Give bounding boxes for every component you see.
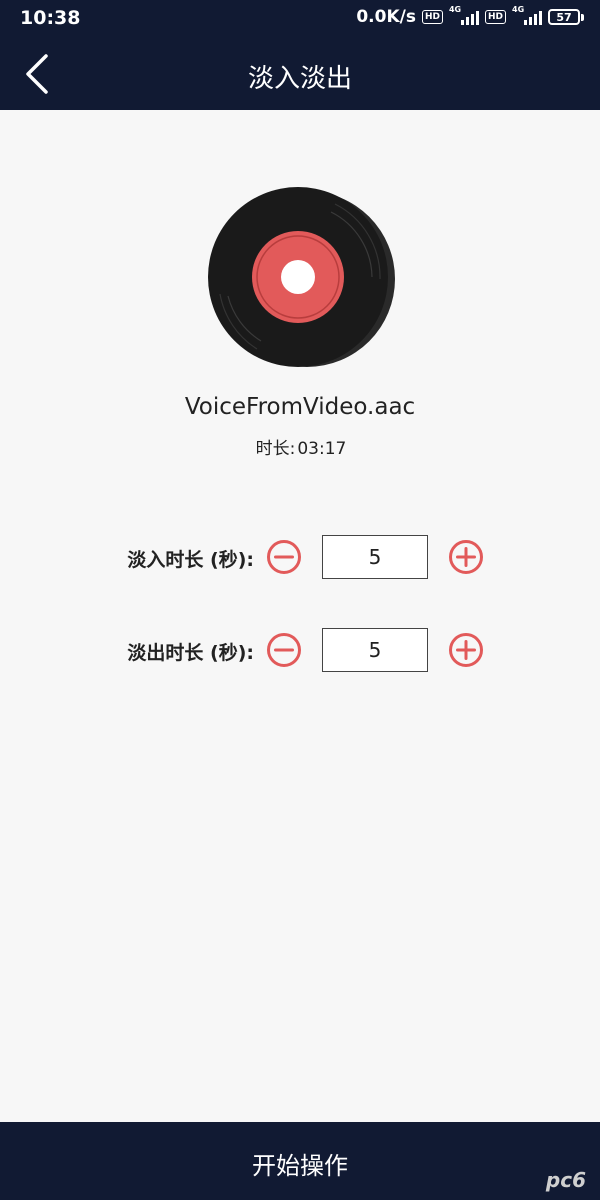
net-speed: 0.0K/s [356, 7, 416, 27]
status-icons: 0.0K/s HD 4G HD 4G 57 [356, 5, 584, 27]
audio-duration: 时长: 03:17 [0, 434, 600, 459]
watermark-logo: pc6 [545, 1168, 586, 1192]
duration-value: 03:17 [297, 439, 347, 459]
signal-icon-2: 4G [512, 5, 542, 27]
fade-out-row: 淡出时长 (秒): [0, 628, 600, 674]
fade-in-row: 淡入时长 (秒): [0, 535, 600, 581]
hd-badge-2: HD [484, 10, 506, 24]
minus-circle-icon [267, 633, 301, 667]
status-bar: 10:38 0.0K/s HD 4G HD 4G 57 [0, 0, 600, 36]
fade-out-input[interactable] [322, 628, 428, 672]
fade-in-increase-button[interactable] [448, 539, 484, 575]
battery-level: 57 [548, 9, 580, 25]
signal-icon: 4G [449, 5, 479, 27]
plus-circle-icon [449, 633, 483, 667]
start-button-label: 开始操作 [252, 1152, 348, 1180]
fade-out-label: 淡出时长 (秒): [127, 642, 254, 664]
vinyl-record-icon [208, 187, 395, 367]
plus-circle-icon [449, 540, 483, 574]
page-title: 淡入淡出 [247, 64, 352, 94]
hd-badge: HD [421, 10, 443, 24]
duration-label: 时长: [255, 439, 296, 459]
battery-icon: 57 [548, 9, 584, 25]
nav-bar: 淡入淡出 [0, 36, 600, 110]
audio-filename: VoiceFromVideo.aac [184, 394, 416, 420]
fade-in-input[interactable] [322, 535, 428, 579]
status-time: 10:38 [20, 7, 81, 29]
start-button[interactable]: 开始操作 [0, 1122, 600, 1200]
fade-out-increase-button[interactable] [448, 632, 484, 668]
fade-in-decrease-button[interactable] [266, 539, 302, 575]
fade-out-decrease-button[interactable] [266, 632, 302, 668]
minus-circle-icon [267, 540, 301, 574]
fade-in-label: 淡入时长 (秒): [127, 549, 254, 571]
